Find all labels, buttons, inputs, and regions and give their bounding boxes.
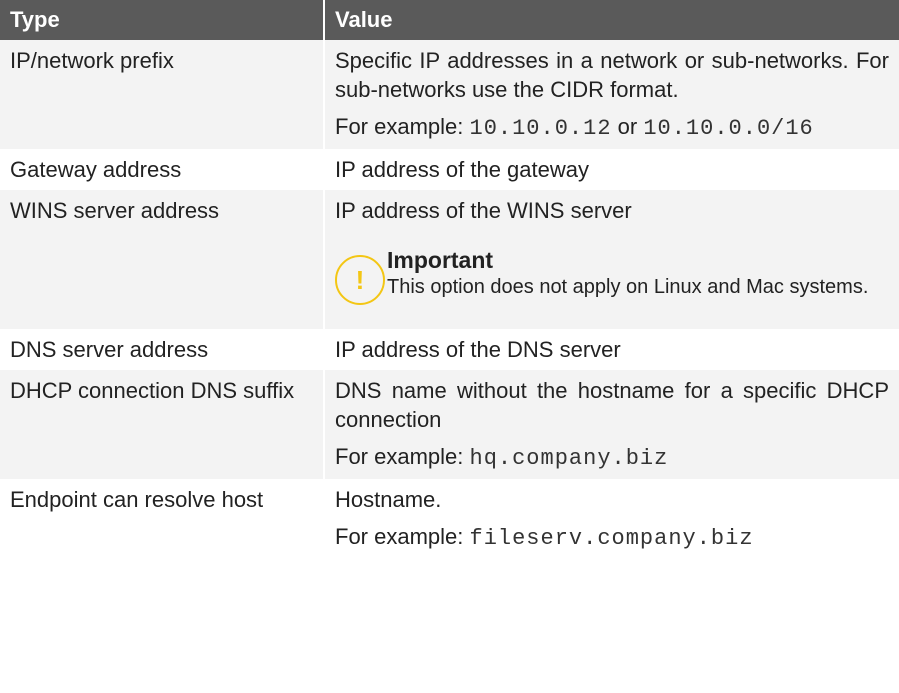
description: IP address of the DNS server — [335, 337, 621, 362]
type-cell: DNS server address — [0, 329, 325, 370]
type-cell: Endpoint can resolve host — [0, 479, 325, 559]
value-cell: IP address of the WINS server ! Importan… — [324, 190, 899, 329]
value-cell: Specific IP addresses in a network or su… — [324, 40, 899, 149]
example-prefix: For example: — [335, 114, 470, 139]
table-header-row: Type Value — [0, 0, 899, 40]
value-cell: Hostname. For example: fileserv.company.… — [324, 479, 899, 559]
table-row: Gateway address IP address of the gatewa… — [0, 149, 899, 190]
type-cell: IP/network prefix — [0, 40, 325, 149]
warning-icon: ! — [335, 255, 385, 305]
table-row: DNS server address IP address of the DNS… — [0, 329, 899, 370]
type-cell: Gateway address — [0, 149, 325, 190]
example-prefix: For example: — [335, 524, 470, 549]
note-title: Important — [387, 247, 494, 273]
example: For example: 10.10.0.12 or 10.10.0.0/16 — [335, 112, 889, 143]
example: For example: hq.company.biz — [335, 442, 889, 473]
note-text: This option does not apply on Linux and … — [387, 276, 869, 298]
header-value: Value — [324, 0, 899, 40]
description: IP address of the gateway — [335, 157, 589, 182]
type-cell: DHCP connection DNS suffix — [0, 370, 325, 479]
table-row: WINS server address IP address of the WI… — [0, 190, 899, 329]
example: For example: fileserv.company.biz — [335, 522, 889, 553]
type-cell: WINS server address — [0, 190, 325, 329]
table-row: Endpoint can resolve host Hostname. For … — [0, 479, 899, 559]
header-type: Type — [0, 0, 325, 40]
table-row: DHCP connection DNS suffix DNS name with… — [0, 370, 899, 479]
value-cell: DNS name without the hostname for a spec… — [324, 370, 899, 479]
table-row: IP/network prefix Specific IP addresses … — [0, 40, 899, 149]
value-cell: IP address of the gateway — [324, 149, 899, 190]
example-code: 10.10.0.12 — [469, 116, 612, 141]
example-code-2: 10.10.0.0/16 — [643, 116, 814, 141]
settings-table: Type Value IP/network prefix Specific IP… — [0, 0, 899, 559]
description: IP address of the WINS server — [335, 198, 632, 223]
important-note: ! Important This option does not apply o… — [335, 247, 889, 305]
example-prefix: For example: — [335, 444, 470, 469]
value-cell: IP address of the DNS server — [324, 329, 899, 370]
description: Specific IP addresses in a network or su… — [335, 48, 889, 102]
example-code: hq.company.biz — [469, 446, 669, 471]
example-or: or — [611, 114, 644, 139]
note-body: Important This option does not apply on … — [387, 247, 868, 300]
example-code: fileserv.company.biz — [469, 526, 754, 551]
description: Hostname. — [335, 487, 442, 512]
description: DNS name without the hostname for a spec… — [335, 378, 889, 432]
